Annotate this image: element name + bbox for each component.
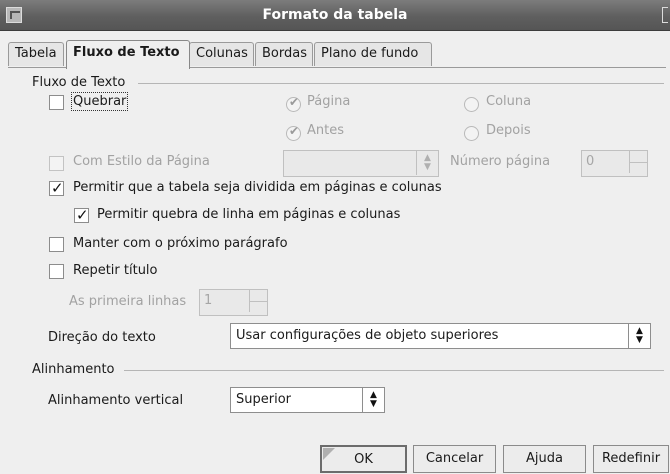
tab-plano-de-fundo[interactable]: Plano de fundo (314, 42, 432, 66)
allow-split-label: Permitir que a tabela seja dividida em p… (73, 180, 442, 195)
radio-after-label: Depois (486, 123, 531, 138)
radio-page-label: Página (307, 94, 351, 109)
ok-button-label: OK (354, 452, 373, 467)
section-divider (124, 370, 664, 371)
break-checkbox-label: Quebrar (70, 92, 129, 111)
first-rows-label: As primeira linhas (69, 294, 187, 309)
spinner-arrows-icon[interactable] (249, 290, 267, 312)
cancel-button-label: Cancelar (425, 451, 484, 466)
break-checkbox[interactable] (49, 95, 64, 110)
ok-button[interactable]: OK (320, 445, 407, 473)
tab-colunas[interactable]: Colunas (189, 42, 254, 66)
radio-selected-icon: ✔ (289, 124, 300, 138)
allow-split-checkbox[interactable]: ✓ (49, 179, 64, 197)
text-direction-select[interactable]: Usar configurações de objeto superiores … (230, 323, 651, 349)
section-label-alignment: Alinhamento (32, 362, 115, 377)
keep-with-next-checkbox[interactable] (49, 237, 64, 252)
spinner-arrows-icon[interactable] (629, 151, 647, 173)
first-rows-value: 1 (204, 293, 213, 308)
section-divider (138, 83, 664, 84)
vertical-alignment-select[interactable]: Superior ▲ ▼ (230, 387, 385, 413)
page-style-label: Com Estilo da Página (73, 154, 210, 169)
allow-row-break-checkbox[interactable]: ✓ (74, 206, 89, 224)
tab-tabela[interactable]: Tabela (8, 42, 64, 66)
checkmark-icon: ✓ (76, 206, 89, 224)
radio-before[interactable]: ✔ (286, 124, 301, 141)
radio-column-label: Coluna (486, 94, 532, 109)
section-label-text-flow: Fluxo de Texto (32, 75, 126, 90)
updown-arrows-icon: ▲ ▼ (628, 324, 650, 348)
window-title: Formato da tabela (262, 7, 408, 23)
cancel-button[interactable]: Cancelar (413, 445, 496, 473)
window-menu-icon[interactable] (662, 7, 668, 23)
page-number-value: 0 (586, 154, 595, 169)
vertical-alignment-value: Superior (236, 392, 291, 407)
radio-after[interactable] (464, 126, 479, 141)
page-style-select[interactable]: ▲ ▼ (283, 150, 439, 177)
radio-before-label: Antes (307, 123, 345, 138)
reset-button[interactable]: Redefinir (593, 445, 669, 473)
help-button[interactable]: Ajuda (503, 445, 586, 473)
title-bar: Formato da tabela (0, 0, 670, 31)
reset-button-label: Redefinir (601, 451, 661, 466)
keep-with-next-label: Manter com o próximo parágrafo (73, 236, 288, 251)
text-direction-label: Direção do texto (48, 330, 156, 345)
updown-arrows-icon: ▲ ▼ (416, 151, 438, 175)
page-number-label: Número página (450, 154, 551, 169)
vertical-alignment-label: Alinhamento vertical (48, 393, 184, 408)
checkmark-icon: ✓ (51, 179, 64, 197)
help-button-label: Ajuda (526, 451, 563, 466)
text-direction-value: Usar configurações de objeto superiores (236, 328, 499, 343)
repeat-heading-label: Repetir título (73, 263, 158, 278)
allow-row-break-label: Permitir quebra de linha em páginas e co… (97, 207, 401, 222)
page-number-spinner[interactable]: 0 (581, 150, 648, 177)
radio-selected-icon: ✔ (289, 95, 300, 109)
tab-bordas[interactable]: Bordas (255, 42, 313, 66)
radio-column[interactable] (464, 97, 479, 112)
repeat-heading-checkbox[interactable] (49, 264, 64, 279)
tab-fluxo-de-texto[interactable]: Fluxo de Texto (66, 40, 190, 69)
page-style-checkbox[interactable] (49, 156, 64, 171)
updown-arrows-icon: ▲ ▼ (362, 388, 384, 412)
default-button-corner-icon (323, 448, 335, 460)
radio-page[interactable]: ✔ (286, 95, 301, 112)
first-rows-spinner[interactable]: 1 (199, 289, 268, 316)
